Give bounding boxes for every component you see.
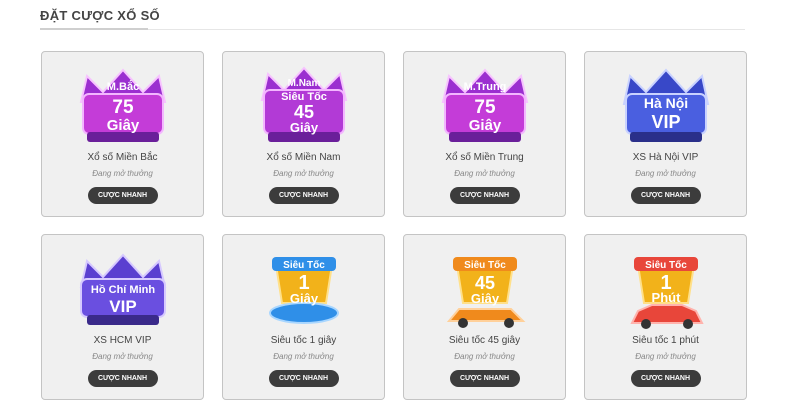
- lottery-card-sieu-toc-1-phut[interactable]: Siêu Tốc 1 Phút Siêu tốc 1 phút Đang mở …: [584, 234, 747, 400]
- quick-bet-button[interactable]: CƯỢC NHANH: [268, 370, 339, 387]
- badge-line: Giây: [289, 291, 318, 306]
- trophy-racecar-icon: Siêu Tốc 45 Giây: [446, 257, 525, 328]
- badge-line: VIP: [651, 112, 680, 132]
- card-name: XS Hà Nội VIP: [632, 152, 699, 163]
- trophy-train-icon: Siêu Tốc 1 Giây: [268, 257, 339, 324]
- card-name: XS HCM VIP: [93, 335, 152, 346]
- lottery-card-ha-noi-vip[interactable]: Hà Nội VIP XS Hà Nội VIP Đang mở thưởng …: [584, 51, 747, 217]
- lottery-card-hcm-vip[interactable]: Hồ Chí Minh VIP XS HCM VIP Đang mở thưởn…: [41, 234, 204, 400]
- crown-emblem-icon: Hồ Chí Minh VIP: [79, 253, 166, 325]
- section-title: ĐẶT CƯỢC XỔ SỐ: [40, 8, 160, 23]
- crown-emblem-icon: M.Nam Siêu Tốc 45 Giây: [260, 66, 347, 142]
- crown-emblem-icon: Hà Nội VIP: [622, 68, 709, 142]
- lottery-card-mien-trung[interactable]: M.Trung 75 Giây Xổ số Miền Trung Đang mở…: [403, 51, 566, 217]
- card-name: Xổ số Miền Bắc: [87, 152, 158, 163]
- card-name: Siêu tốc 45 giây: [448, 335, 521, 346]
- badge-line: Hà Nội: [643, 95, 687, 111]
- badge-line: VIP: [109, 297, 136, 316]
- card-status: Đang mở thưởng: [92, 352, 153, 361]
- quick-bet-button[interactable]: CƯỢC NHANH: [449, 187, 520, 204]
- lottery-card-mien-bac[interactable]: M.Bắc 75 Giây Xổ số Miền Bắc Đang mở thư…: [41, 51, 204, 217]
- quick-bet-button[interactable]: CƯỢC NHANH: [630, 370, 701, 387]
- badge-line: Giây: [468, 117, 501, 134]
- badge-line: Siêu Tốc: [283, 259, 325, 271]
- badge-line: Phút: [651, 290, 681, 305]
- badge-line: Hồ Chí Minh: [90, 284, 154, 296]
- badge-line: M.Trung: [463, 81, 506, 93]
- card-status: Đang mở thưởng: [92, 169, 153, 178]
- badge-line: Giây: [106, 117, 139, 134]
- card-status: Đang mở thưởng: [273, 352, 334, 361]
- badge-line: M.Bắc: [106, 80, 138, 93]
- lottery-section: ĐẶT CƯỢC XỔ SỐ M.Bắc 75 Giây Xổ số Miền …: [0, 0, 800, 400]
- card-status: Đang mở thưởng: [635, 169, 696, 178]
- card-name: Siêu tốc 1 phút: [632, 335, 699, 346]
- card-status: Đang mở thưởng: [635, 352, 696, 361]
- quick-bet-button[interactable]: CƯỢC NHANH: [630, 187, 701, 204]
- quick-bet-button[interactable]: CƯỢC NHANH: [87, 187, 158, 204]
- crown-emblem-icon: M.Bắc 75 Giây: [79, 68, 166, 142]
- badge-line: Giây: [289, 120, 318, 135]
- lottery-card-mien-nam[interactable]: M.Nam Siêu Tốc 45 Giây Xổ số Miền Nam Đa…: [222, 51, 385, 217]
- badge-line: Siêu Tốc: [464, 259, 506, 271]
- quick-bet-button[interactable]: CƯỢC NHANH: [449, 370, 520, 387]
- title-underline: [40, 28, 148, 30]
- badge-line: 75: [112, 97, 134, 118]
- quick-bet-button[interactable]: CƯỢC NHANH: [87, 370, 158, 387]
- card-status: Đang mở thưởng: [273, 169, 334, 178]
- card-status: Đang mở thưởng: [454, 169, 515, 178]
- badge-line: M.Nam: [287, 78, 320, 89]
- card-name: Xổ số Miền Nam: [266, 152, 341, 163]
- card-status: Đang mở thưởng: [454, 352, 515, 361]
- badge-line: Giây: [470, 291, 499, 306]
- card-name: Siêu tốc 1 giây: [270, 335, 337, 346]
- badge-line: 45: [293, 102, 313, 122]
- badge-line: Siêu Tốc: [645, 259, 687, 271]
- trophy-car-icon: Siêu Tốc 1 Phút: [629, 257, 704, 329]
- crown-emblem-icon: M.Trung 75 Giây: [441, 68, 528, 142]
- lottery-card-sieu-toc-45-giay[interactable]: Siêu Tốc 45 Giây Siêu tốc 45 giây Đang m…: [403, 234, 566, 400]
- lottery-card-sieu-toc-1-giay[interactable]: Siêu Tốc 1 Giây Siêu tốc 1 giây Đang mở …: [222, 234, 385, 400]
- quick-bet-button[interactable]: CƯỢC NHANH: [268, 187, 339, 204]
- card-name: Xổ số Miền Trung: [445, 152, 524, 163]
- badge-line: 45: [474, 273, 494, 293]
- badge-line: 75: [474, 97, 496, 118]
